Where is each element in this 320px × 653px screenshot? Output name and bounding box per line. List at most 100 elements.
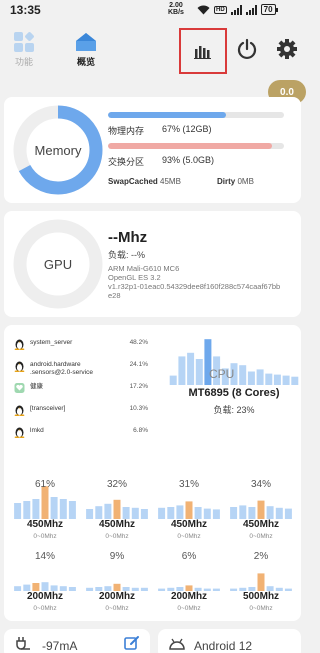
cpu-core-2[interactable]: 31% 450Mhz 0~0Mhz	[156, 475, 222, 545]
cpu-core-bar	[86, 509, 94, 519]
cpu-core-1[interactable]: 32% 450Mhz 0~0Mhz	[84, 475, 150, 545]
linux-penguin-icon	[14, 339, 25, 350]
cpu-core-bar	[14, 503, 22, 519]
cpu-core-3[interactable]: 34% 450Mhz 0~0Mhz	[228, 475, 294, 545]
cpu-core-frequency: 200Mhz	[170, 591, 208, 602]
swap-label: 交换分区	[108, 157, 145, 167]
battery-level: 70	[260, 4, 276, 15]
tab-functions[interactable]: 功能	[4, 31, 44, 68]
gpu-frequency: --Mhz	[108, 229, 148, 246]
cpu-core-bar	[248, 507, 256, 519]
cpu-model: MT6895 (8 Cores)	[188, 387, 280, 399]
cpu-core-bar	[230, 507, 238, 519]
cpu-core-5[interactable]: 9% 200Mhz 0~0Mhz	[84, 547, 150, 617]
dirty: Dirty 0MB	[217, 177, 254, 186]
cpu-core-bar	[212, 509, 220, 519]
cpu-core-bar	[275, 507, 283, 519]
cpu-core-percent: 32%	[106, 479, 127, 490]
cpu-core-6[interactable]: 6% 200Mhz 0~0Mhz	[156, 547, 222, 617]
gpu-model: ARM Mali-G610 MC6	[108, 264, 180, 273]
process-percent: 48.2%	[129, 339, 148, 346]
cpu-chart-title: CPU	[209, 367, 235, 381]
android-icon	[169, 638, 185, 650]
battery-current: -97mA	[42, 639, 78, 653]
cpu-overall-bar	[273, 374, 281, 385]
gpu-card[interactable]: GPU --Mhz 负载: --% ARM Mali-G610 MC6 Open…	[4, 211, 301, 317]
android-version-card[interactable]: Android 12	[158, 629, 301, 653]
cpu-core-bar	[41, 486, 49, 519]
cpu-overall-bar	[195, 359, 203, 385]
cpu-core-bar	[59, 499, 67, 519]
chart-button[interactable]	[179, 28, 227, 74]
status-time: 13:35	[10, 3, 41, 17]
process-percent: 17.2%	[129, 383, 148, 390]
cpu-core-bar	[68, 501, 76, 519]
cpu-overall-bar	[256, 369, 264, 385]
cpu-core-bar	[167, 507, 175, 519]
linux-penguin-icon	[14, 405, 25, 416]
status-bar: 13:35 2.00 KB/s HD 70	[0, 0, 305, 22]
battery-current-card[interactable]: -97mA	[4, 629, 150, 653]
network-speed-unit: KB/s	[168, 9, 184, 16]
cpu-core-range: 0~0Mhz	[177, 605, 201, 612]
cpu-core-4[interactable]: 14% 200Mhz 0~0Mhz	[12, 547, 78, 617]
edit-icon[interactable]	[124, 635, 140, 651]
functions-icon	[14, 31, 35, 52]
cpu-core-range: 0~0Mhz	[249, 605, 273, 612]
cpu-overall-bar	[291, 376, 299, 385]
cpu-core-frequency: 200Mhz	[26, 591, 64, 602]
cpu-core-range: 0~0Mhz	[249, 533, 273, 540]
process-row[interactable]: system_server 48.2%	[14, 337, 148, 357]
cpu-core-bar	[194, 507, 202, 519]
tab-overview[interactable]: 概览	[66, 32, 106, 68]
cpu-core-bar	[41, 582, 49, 591]
dirty-label: Dirty	[217, 177, 236, 186]
status-icons: HD 70	[197, 4, 278, 15]
process-percent: 24.1%	[129, 361, 148, 368]
gear-icon[interactable]	[276, 38, 298, 60]
signal-icon	[230, 4, 242, 15]
signal-icon-2	[245, 4, 257, 15]
network-speed-value: 2.00	[169, 2, 183, 9]
battery-icon: 70	[260, 4, 278, 15]
hd-indicator: HD	[214, 5, 227, 14]
cpu-core-bar	[131, 507, 139, 519]
android-version: Android 12	[194, 639, 253, 653]
power-icon[interactable]	[236, 38, 258, 60]
gpu-ring-label: GPU	[43, 257, 73, 272]
process-percent: 6.8%	[133, 427, 148, 434]
cpu-core-7[interactable]: 2% 500Mhz 0~0Mhz	[228, 547, 294, 617]
cpu-core-percent: 14%	[34, 551, 55, 562]
cpu-load: 负载: 23%	[213, 405, 255, 415]
cpu-core-bar	[239, 505, 247, 519]
cpu-core-range: 0~0Mhz	[105, 605, 129, 612]
memory-ring-label: Memory	[34, 143, 82, 158]
gpu-driver: v1.r32p1-01eac0.54329dee8f160f288c574caa…	[108, 282, 281, 291]
cpu-core-0[interactable]: 61% 450Mhz 0~0Mhz	[12, 475, 78, 545]
swap-cached-value: 45MB	[160, 177, 181, 186]
home-icon	[76, 33, 96, 51]
process-row[interactable]: [transceiver] 10.3%	[14, 403, 148, 423]
ram-value: 67% (12GB)	[162, 124, 212, 134]
ram-row: 物理内存	[108, 124, 144, 137]
gpu-driver-tail: e28	[108, 291, 121, 300]
linux-penguin-icon	[14, 427, 25, 438]
process-row[interactable]: lmkd 6.8%	[14, 425, 148, 445]
process-percent: 10.3%	[129, 405, 148, 412]
process-row[interactable]: 健康 17.2%	[14, 381, 148, 401]
cpu-core-bar	[32, 583, 40, 591]
gpu-gles: OpenGL ES 3.2	[108, 273, 161, 282]
process-row[interactable]: android.hardware .sensors@2.0-service 24.…	[14, 359, 148, 379]
cpu-core-percent: 9%	[109, 551, 125, 562]
memory-card[interactable]: Memory 物理内存 67% (12GB) 交换分区 93% (5.0GB) …	[4, 97, 301, 203]
cpu-core-frequency: 450Mhz	[242, 519, 280, 530]
dirty-value: 0MB	[237, 177, 254, 186]
cpu-core-frequency: 450Mhz	[26, 519, 64, 530]
swap-value: 93% (5.0GB)	[162, 155, 215, 165]
cpu-core-percent: 61%	[34, 479, 55, 490]
app-icon	[14, 383, 25, 393]
cpu-overall-bar	[247, 371, 255, 385]
tab-overview-label: 概览	[76, 57, 95, 67]
cpu-core-percent: 31%	[178, 479, 199, 490]
cpu-card[interactable]: system_server 48.2% android.hardware .sens…	[4, 325, 301, 621]
